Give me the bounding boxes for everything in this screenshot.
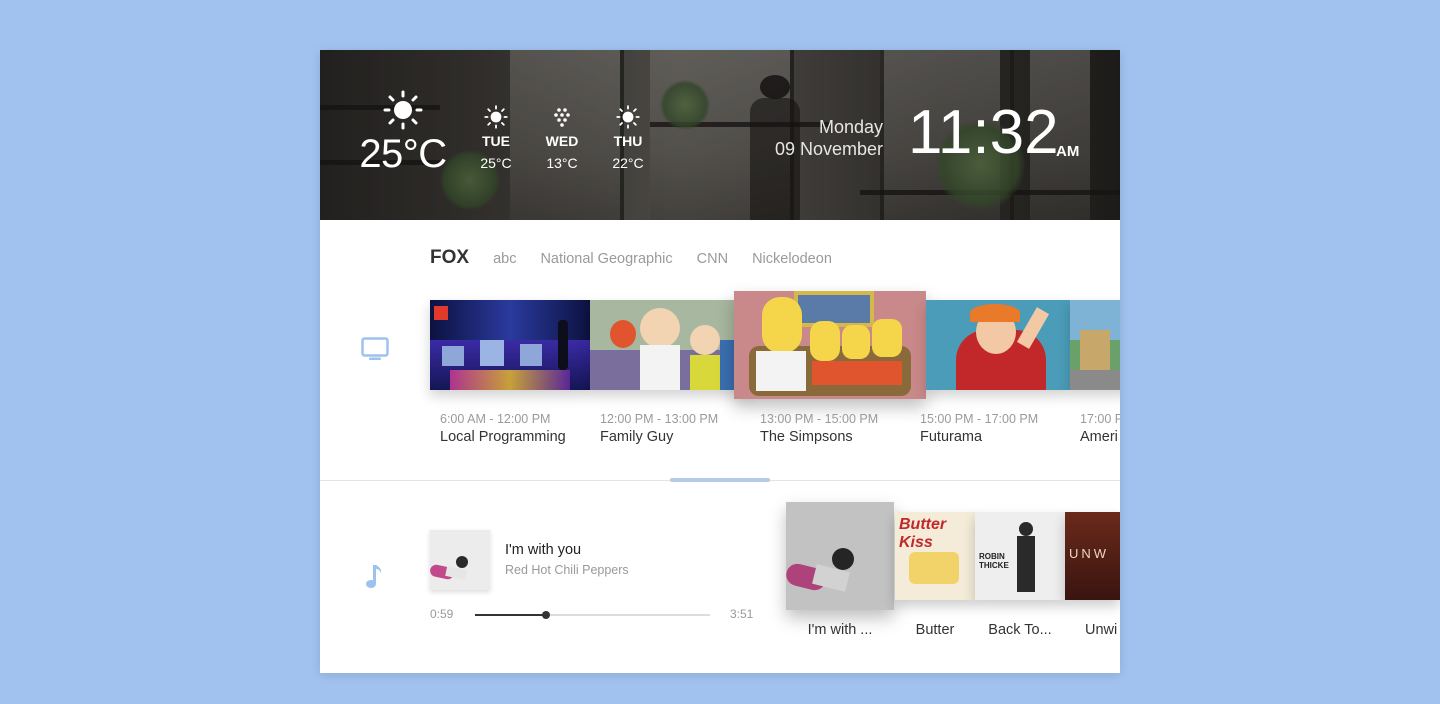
sun-icon [616, 105, 640, 129]
now-playing-title: I'm with you [505, 542, 582, 558]
total-time: 3:51 [730, 607, 754, 621]
forecast-day: THU [613, 133, 643, 149]
show-title: Ameri [1080, 429, 1118, 445]
album-cover: UNW [1065, 512, 1120, 600]
tab-cnn[interactable]: CNN [697, 251, 728, 267]
show-thumbnail [1070, 300, 1120, 390]
sun-icon [484, 105, 508, 129]
album-cover [786, 502, 894, 610]
forecast-wed: WED 13°C [540, 105, 584, 171]
now-playing-artist: Red Hot Chili Peppers [505, 563, 629, 577]
forecast-thu: THU 22°C [606, 105, 650, 171]
weekday: Monday [818, 117, 883, 137]
progress-slider[interactable] [475, 611, 710, 619]
forecast-temp: 25°C [480, 155, 512, 171]
drag-handle[interactable] [670, 478, 770, 482]
current-weather: 25°C [358, 90, 448, 177]
clock-time: 11:32 [908, 98, 1059, 167]
tab-abc[interactable]: abc [493, 251, 516, 267]
sun-icon [383, 90, 423, 130]
elapsed-time: 0:59 [430, 607, 454, 621]
now-playing-cover[interactable] [430, 530, 490, 590]
album-art-text: Butter Kiss [899, 516, 947, 551]
show-time: 13:00 PM - 15:00 PM [760, 412, 879, 426]
album-label: Unwi [1085, 622, 1118, 638]
show-thumbnail [430, 300, 590, 390]
show-time: 17:00 P [1080, 412, 1120, 426]
forecast-temp: 22°C [612, 155, 644, 171]
dashboard-card: 25°C TUE 25°C WED 13°C THU 22°C Monday 0… [320, 50, 1120, 673]
date-display: Monday 09 November [775, 117, 883, 160]
album-cover: Butter Kiss [895, 512, 975, 600]
show-time: 6:00 AM - 12:00 PM [440, 412, 551, 426]
tv-icon [361, 337, 389, 360]
show-thumbnail [590, 300, 750, 390]
music-note-icon [366, 565, 382, 588]
forecast-day: WED [545, 133, 579, 149]
forecast-temp: 13°C [546, 155, 578, 171]
forecast-tue: TUE 25°C [474, 105, 518, 171]
show-title: Family Guy [600, 429, 674, 445]
channel-tabs: FOX abc National Geographic CNN Nickelod… [430, 247, 856, 269]
show-title: Futurama [920, 429, 983, 445]
current-temperature: 25°C [359, 132, 447, 176]
show-time: 15:00 PM - 17:00 PM [920, 412, 1039, 426]
album-art-text: ROBIN THICKE [979, 552, 1009, 570]
album-label: Butter [915, 622, 955, 638]
date: 09 November [774, 139, 883, 159]
header-banner: 25°C TUE 25°C WED 13°C THU 22°C Monday 0… [320, 50, 1120, 220]
album-label: I'm with ... [807, 622, 873, 638]
show-thumbnail [734, 291, 926, 399]
progress-knob[interactable] [541, 611, 550, 619]
show-thumbnail [926, 300, 1070, 390]
show-title: Local Programming [440, 429, 566, 445]
album-label: Back To... [988, 622, 1052, 638]
tab-nickelodeon[interactable]: Nickelodeon [752, 251, 832, 267]
show-time: 12:00 PM - 13:00 PM [600, 412, 719, 426]
forecast-day: TUE [482, 133, 510, 149]
tab-fox[interactable]: FOX [430, 247, 469, 269]
tab-national-geographic[interactable]: National Geographic [540, 251, 672, 267]
progress-fill [475, 614, 546, 616]
clock-ampm: AM [1056, 143, 1080, 160]
album-art-text: UNW [1069, 546, 1110, 561]
snow-icon [554, 108, 570, 127]
album-cover: ROBIN THICKE [975, 512, 1065, 600]
show-title: The Simpsons [760, 429, 853, 445]
